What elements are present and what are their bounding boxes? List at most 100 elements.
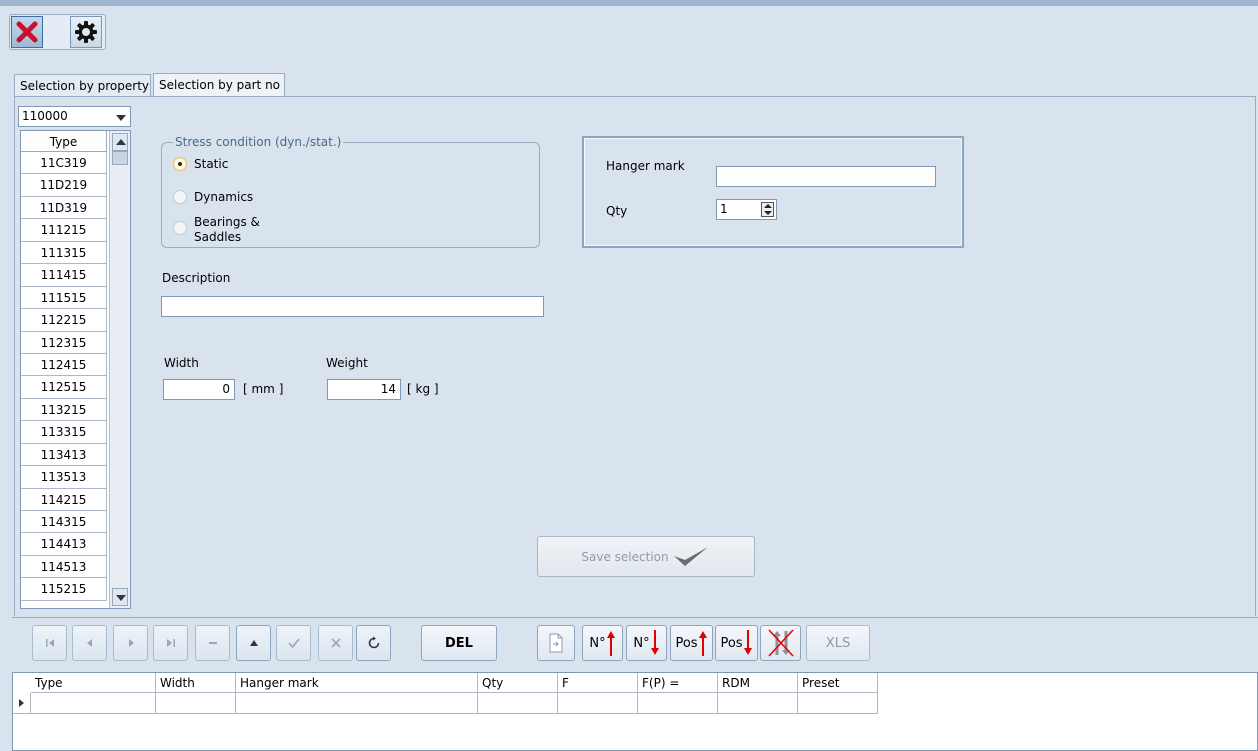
cancel-icon [330, 638, 341, 648]
weight-label: Weight [326, 356, 368, 370]
table-cell[interactable] [31, 693, 156, 714]
close-button[interactable] [11, 16, 43, 48]
column-f[interactable]: F [558, 673, 638, 693]
sort-pos-asc-button[interactable]: Pos [670, 625, 713, 661]
type-list-item[interactable]: 114513 [21, 555, 107, 579]
n-asc-label: N° [589, 635, 606, 651]
sort-pos-desc-button[interactable]: Pos [715, 625, 758, 661]
column-qty[interactable]: Qty [478, 673, 558, 693]
type-list-item[interactable]: 115215 [21, 578, 107, 601]
stepper-arrows-icon[interactable] [761, 202, 774, 217]
type-list-item[interactable]: 113215 [21, 398, 107, 422]
first-record-button[interactable] [32, 625, 67, 661]
type-list-item[interactable]: 113413 [21, 443, 107, 467]
bearings-saddles-radio[interactable] [173, 221, 187, 235]
table-cell[interactable] [638, 693, 718, 714]
sort-number-asc-button[interactable]: N° [582, 625, 623, 661]
table-cell[interactable] [558, 693, 638, 714]
column-width[interactable]: Width [156, 673, 236, 693]
width-field[interactable]: 0 [163, 379, 235, 400]
type-list-item[interactable]: 114215 [21, 488, 107, 511]
last-record-icon [166, 639, 175, 647]
column-fp[interactable]: F(P) = [638, 673, 718, 693]
column-rdm[interactable]: RDM [718, 673, 798, 693]
type-column-header[interactable]: Type [21, 131, 107, 152]
refresh-button[interactable] [356, 625, 391, 661]
type-list-scrollbar[interactable] [109, 131, 130, 608]
selection-table: Type Width Hanger mark Qty F F(P) = RDM … [12, 672, 1258, 751]
column-preset[interactable]: Preset [798, 673, 878, 693]
export-xls-button[interactable]: XLS [806, 625, 870, 661]
post-record-button[interactable] [276, 625, 311, 661]
bearings-saddles-label-line1: Bearings & [194, 215, 260, 229]
stress-condition-legend: Stress condition (dyn./stat.) [173, 135, 344, 149]
app-window: Selection by property Selection by part … [0, 0, 1258, 751]
cancel-record-button[interactable] [318, 625, 353, 661]
type-list-item[interactable]: 113315 [21, 421, 107, 444]
clear-sort-button[interactable] [760, 625, 801, 661]
export-document-button[interactable] [537, 625, 575, 661]
qty-stepper[interactable]: 1 [716, 199, 777, 220]
last-record-button[interactable] [153, 625, 188, 661]
weight-unit: [ kg ] [407, 382, 439, 396]
type-list-item[interactable]: 111415 [21, 264, 107, 287]
description-label: Description [162, 271, 231, 285]
qty-label: Qty [606, 204, 628, 218]
type-list-item[interactable]: 112415 [21, 353, 107, 377]
arrow-down-red-icon [650, 630, 659, 655]
hanger-mark-field[interactable] [716, 166, 936, 187]
type-list-item[interactable]: 112215 [21, 309, 107, 332]
arrow-down-red-icon [743, 630, 752, 655]
table-cell[interactable] [718, 693, 798, 714]
type-list-item[interactable]: 113513 [21, 466, 107, 489]
scroll-down-icon[interactable] [112, 588, 128, 606]
gear-icon [75, 21, 97, 43]
type-list-item[interactable]: 112515 [21, 376, 107, 399]
type-list-item[interactable]: 11C319 [21, 152, 107, 175]
type-filter-combo[interactable]: 110000 [18, 106, 131, 127]
del-button[interactable]: DEL [421, 625, 497, 661]
document-icon [549, 633, 563, 653]
type-list-item[interactable]: 111215 [21, 219, 107, 242]
width-unit: [ mm ] [243, 382, 284, 396]
column-hanger-mark[interactable]: Hanger mark [236, 673, 478, 693]
chevron-down-icon [116, 115, 126, 121]
arrow-up-red-icon [606, 631, 615, 656]
weight-field[interactable]: 14 [327, 379, 401, 400]
scroll-up-icon[interactable] [112, 133, 128, 151]
type-list-item[interactable]: 11D219 [21, 174, 107, 197]
sort-number-desc-button[interactable]: N° [626, 625, 667, 661]
type-list-item[interactable]: 114413 [21, 533, 107, 556]
tab-selection-by-part-no[interactable]: Selection by part no [153, 73, 285, 97]
clear-sort-icon [767, 629, 794, 657]
edit-record-button[interactable] [236, 625, 271, 661]
next-record-button[interactable] [113, 625, 148, 661]
table-cell[interactable] [478, 693, 558, 714]
scroll-thumb[interactable] [112, 151, 128, 165]
minus-icon [208, 642, 217, 644]
type-list-item[interactable]: 111315 [21, 241, 107, 265]
refresh-icon [368, 636, 379, 649]
table-cell[interactable] [236, 693, 478, 714]
dynamics-radio[interactable] [173, 190, 187, 204]
prior-record-icon [86, 639, 92, 647]
type-list-item[interactable]: 11D319 [21, 196, 107, 220]
type-filter-value: 110000 [22, 109, 68, 123]
next-record-icon [128, 639, 134, 647]
width-label: Width [164, 356, 199, 370]
type-list-item[interactable]: 111515 [21, 286, 107, 310]
description-field[interactable] [161, 296, 544, 317]
type-list-item[interactable]: 112315 [21, 331, 107, 354]
delete-record-button[interactable] [195, 625, 230, 661]
save-selection-label: Save selection [581, 549, 669, 564]
tab-selection-by-property[interactable]: Selection by property [14, 74, 151, 96]
hanger-group [582, 136, 964, 248]
type-list-item[interactable]: 114315 [21, 511, 107, 534]
table-cell[interactable] [798, 693, 878, 714]
settings-button[interactable] [70, 16, 102, 48]
save-selection-button[interactable]: Save selection [537, 536, 755, 577]
prior-record-button[interactable] [72, 625, 107, 661]
table-cell[interactable] [156, 693, 236, 714]
static-radio[interactable] [173, 157, 187, 171]
column-type[interactable]: Type [31, 673, 156, 693]
